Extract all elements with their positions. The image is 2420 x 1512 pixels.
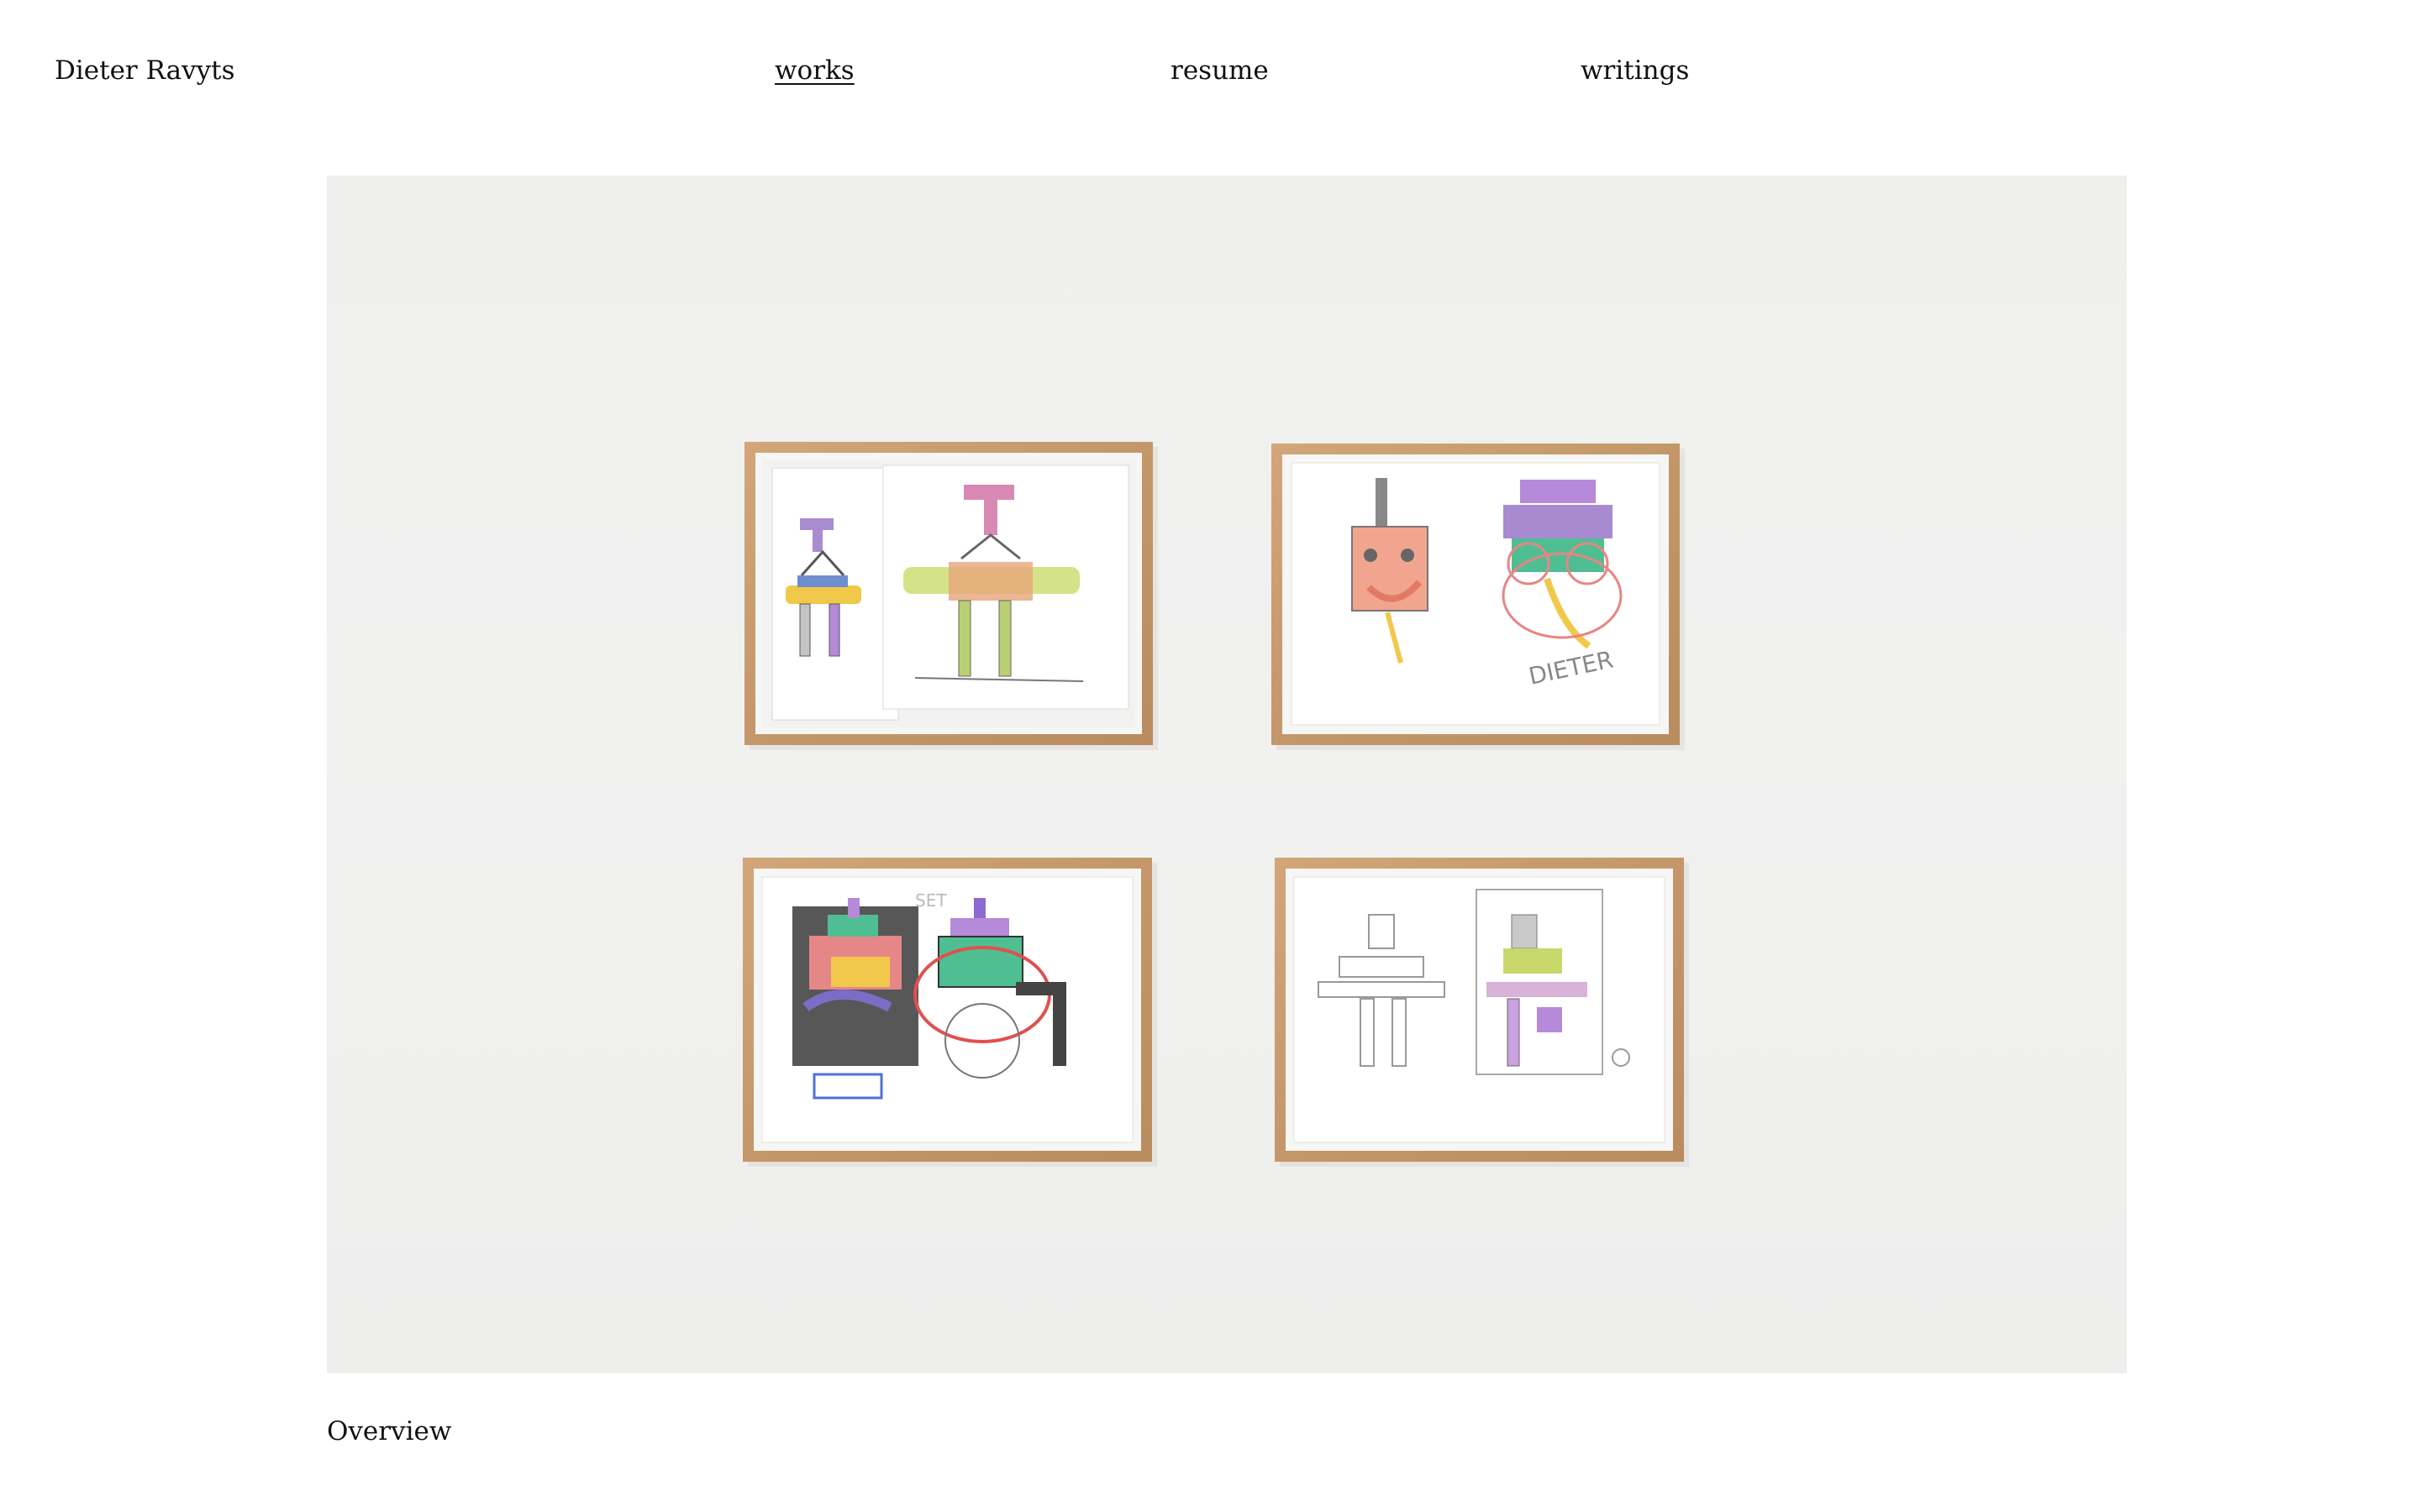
framed-drawing-3: SET (743, 858, 1157, 1167)
artwork-illustration: DIETER SET (743, 442, 1689, 1167)
artwork-photo[interactable]: DIETER SET (327, 176, 2127, 1373)
nav-link-works[interactable]: works (775, 52, 855, 89)
nav-link-writings[interactable]: writings (1581, 52, 1689, 89)
sketch-note: SET (915, 890, 947, 911)
site-header: Dieter Ravyts works resume writings (0, 0, 2420, 143)
framed-drawing-1 (744, 442, 1158, 750)
framed-drawing-2: DIETER (1271, 444, 1685, 750)
site-title[interactable]: Dieter Ravyts (55, 52, 235, 89)
framed-drawing-4 (1275, 858, 1689, 1167)
nav-link-resume[interactable]: resume (1171, 52, 1269, 89)
artwork-caption: Overview (327, 1416, 452, 1446)
